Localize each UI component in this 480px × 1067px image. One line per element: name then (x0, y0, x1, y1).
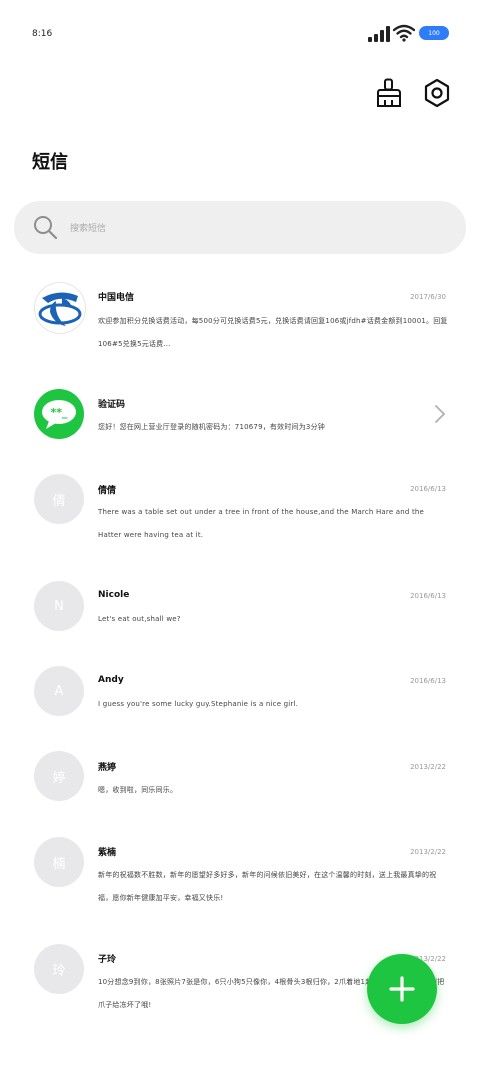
avatar: 倩 (34, 474, 84, 524)
avatar: 婷 (34, 751, 84, 801)
search-icon (34, 216, 58, 240)
battery-level: 100 (428, 29, 440, 37)
gear-icon (424, 78, 450, 108)
avatar-text: **_ (50, 406, 68, 419)
message-preview: There was a table set out under a tree i… (98, 508, 425, 539)
sender-name: 子玲 (98, 955, 117, 965)
search-bar[interactable] (14, 201, 466, 254)
sender-name: Nicole (98, 590, 130, 600)
list-item[interactable]: N Nicole 2016/6/13 Let's eat out,shall w… (0, 580, 480, 640)
battery-icon: 100 (419, 26, 449, 40)
china-telecom-logo-icon (38, 292, 82, 326)
status-bar: 8:16 100 (0, 0, 480, 70)
message-date: 2016/6/13 (410, 592, 446, 600)
page-title: 短信 (32, 152, 68, 173)
avatar (34, 282, 86, 334)
list-item[interactable]: 中国电信 2017/6/30 欢迎参加积分兑换话费活动，每500分可兑换话费5元… (0, 270, 480, 365)
message-preview: I guess you're some lucky guy.Stephanie … (98, 700, 299, 708)
signal-icon (368, 26, 390, 42)
chat-bubble-icon: **_ (42, 400, 76, 429)
sender-name: 倩倩 (98, 486, 117, 496)
list-item[interactable]: 婷 燕婷 2013/2/22 嗯，收到啦，同乐同乐。 (0, 751, 480, 811)
message-date: 2013/2/22 (410, 848, 446, 856)
chevron-right-icon[interactable] (434, 404, 446, 424)
message-preview: 欢迎参加积分兑换话费活动，每500分可兑换话费5元，兑换话费请回复106或jfd… (98, 317, 448, 348)
list-item[interactable]: 倩 倩倩 2016/6/13 There was a table set out… (0, 470, 480, 560)
sender-name: 紫楠 (98, 848, 117, 858)
sender-name: Andy (98, 675, 124, 685)
sender-name: 验证码 (98, 400, 126, 410)
message-date: 2017/6/30 (410, 293, 446, 301)
broom-icon (377, 78, 401, 107)
settings-button[interactable] (422, 78, 452, 108)
message-preview: 您好！您在网上营业厅登录的随机密码为：710679，有效时间为3分钟 (98, 423, 325, 431)
sender-name: 燕婷 (98, 763, 117, 773)
avatar: N (34, 581, 84, 631)
new-message-button[interactable] (367, 954, 437, 1024)
avatar: 玲 (34, 944, 84, 994)
header-actions (374, 78, 452, 108)
status-time: 8:16 (32, 29, 53, 39)
message-preview: Let's eat out,shall we? (98, 615, 181, 623)
avatar: A (34, 666, 84, 716)
list-item[interactable]: A Andy 2016/6/13 I guess you're some luc… (0, 665, 480, 725)
sender-name: 中国电信 (98, 293, 135, 303)
message-preview: 新年的祝福数不胜数，新年的愿望好多好多，新年的问候依旧美好，在这个温馨的时刻，送… (98, 871, 437, 902)
message-date: 2016/6/13 (410, 485, 446, 493)
wifi-icon (393, 24, 415, 42)
list-item[interactable]: 楠 紫楠 2013/2/22 新年的祝福数不胜数，新年的愿望好多好多，新年的问候… (0, 836, 480, 926)
search-input[interactable] (68, 215, 432, 242)
list-item[interactable]: **_ 验证码 您好！您在网上营业厅登录的随机密码为：710679，有效时间为3… (0, 380, 480, 450)
avatar: **_ (34, 389, 84, 439)
message-date: 2016/6/13 (410, 677, 446, 685)
message-preview: 嗯，收到啦，同乐同乐。 (98, 786, 178, 794)
plus-icon (389, 976, 415, 1002)
message-date: 2013/2/22 (410, 763, 446, 771)
clean-button[interactable] (374, 78, 404, 108)
avatar: 楠 (34, 837, 84, 887)
